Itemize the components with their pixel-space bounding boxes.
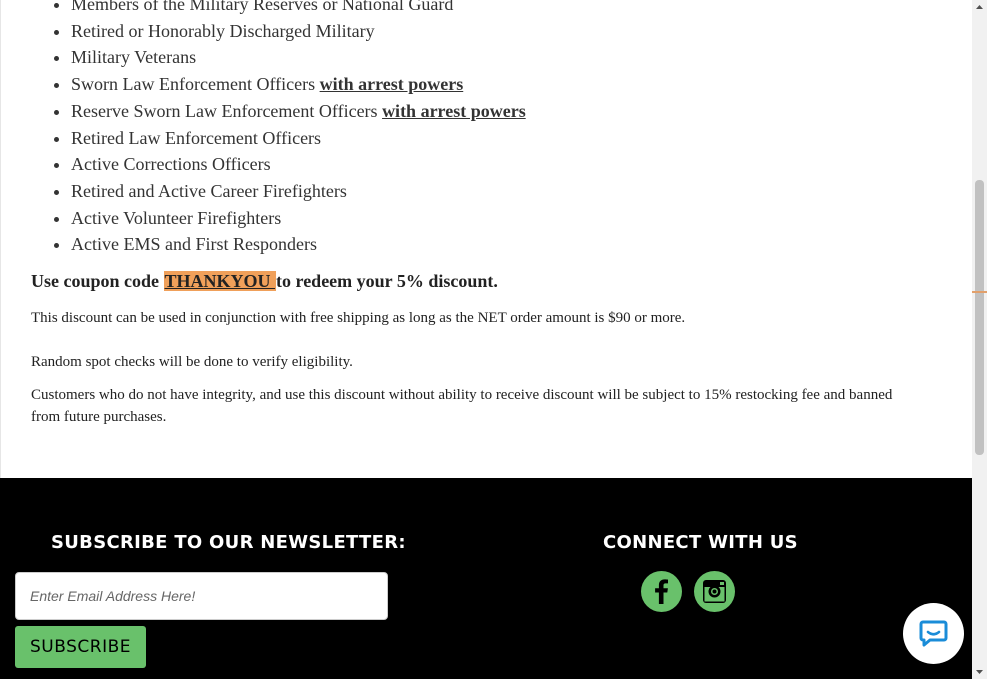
eligibility-item-text: Retired and Active Career Firefighters (71, 180, 347, 201)
eligibility-item: Retired Law Enforcement Officers (71, 125, 526, 152)
scroll-up-arrow[interactable] (972, 0, 987, 14)
eligibility-item-text: Reserve Sworn Law Enforcement Officers (71, 100, 383, 121)
arrest-powers-emphasis: with arrest powers (382, 100, 526, 121)
main-content: Members of the Military Reserves or Nati… (0, 0, 973, 478)
eligibility-item-text: Military Veterans (71, 47, 197, 68)
eligibility-item-text: Retired Law Enforcement Officers (71, 127, 322, 148)
integrity-warning: Customers who do not have integrity, and… (31, 387, 893, 425)
eligibility-item: Active Volunteer Firefighters (71, 205, 526, 232)
facebook-icon (655, 579, 668, 604)
eligibility-item: Members of the Military Reserves or Nati… (71, 0, 526, 18)
chevron-up-icon (976, 5, 983, 9)
coupon-code: THANKYOU (163, 271, 277, 291)
eligibility-item-text: Active Corrections Officers (71, 154, 271, 175)
coupon-line: Use coupon code THANKYOU to redeem your … (31, 271, 498, 292)
newsletter-title: SUBSCRIBE TO OUR NEWSLETTER: (51, 532, 406, 553)
eligibility-item: Active EMS and First Responders (71, 231, 526, 258)
eligibility-item: Sworn Law Enforcement Officers with arre… (71, 71, 526, 98)
facebook-link[interactable] (641, 571, 682, 612)
chat-launcher[interactable] (903, 603, 964, 664)
scroll-thumb[interactable] (975, 180, 984, 455)
eligibility-item-text: Members of the Military Reserves or Nati… (71, 0, 454, 14)
eligibility-item: Active Corrections Officers (71, 151, 526, 178)
eligibility-item-text: Active Volunteer Firefighters (71, 207, 282, 228)
chevron-down-icon (976, 670, 983, 674)
eligibility-item-text: Active EMS and First Responders (71, 234, 317, 255)
arrest-powers-emphasis: with arrest powers (319, 74, 464, 95)
instagram-link[interactable] (694, 571, 735, 612)
spot-check-note: Random spot checks will be done to verif… (31, 354, 353, 370)
shipping-note: This discount can be used in conjunction… (31, 310, 686, 326)
eligibility-list: Members of the Military Reserves or Nati… (31, 0, 526, 258)
eligibility-item: Military Veterans (71, 44, 526, 71)
connect-title: CONNECT WITH US (603, 532, 798, 553)
instagram-icon (703, 580, 726, 603)
eligibility-item-text: Retired or Honorably Discharged Military (71, 20, 375, 41)
eligibility-item: Reserve Sworn Law Enforcement Officers w… (71, 98, 526, 125)
scroll-position-marker (972, 291, 987, 293)
email-input[interactable] (15, 572, 388, 620)
coupon-suffix: to redeem your 5% discount. (276, 271, 498, 291)
eligibility-item: Retired or Honorably Discharged Military (71, 18, 526, 45)
scroll-down-arrow[interactable] (972, 665, 987, 679)
eligibility-item-text: Sworn Law Enforcement Officers (71, 74, 320, 95)
coupon-prefix: Use coupon code (31, 271, 164, 291)
chat-bubble-icon (919, 620, 948, 647)
footer: SUBSCRIBE TO OUR NEWSLETTER: SUBSCRIBE C… (0, 478, 972, 679)
eligibility-item: Retired and Active Career Firefighters (71, 178, 526, 205)
vertical-scrollbar[interactable] (972, 0, 987, 679)
subscribe-button[interactable]: SUBSCRIBE (15, 626, 146, 668)
